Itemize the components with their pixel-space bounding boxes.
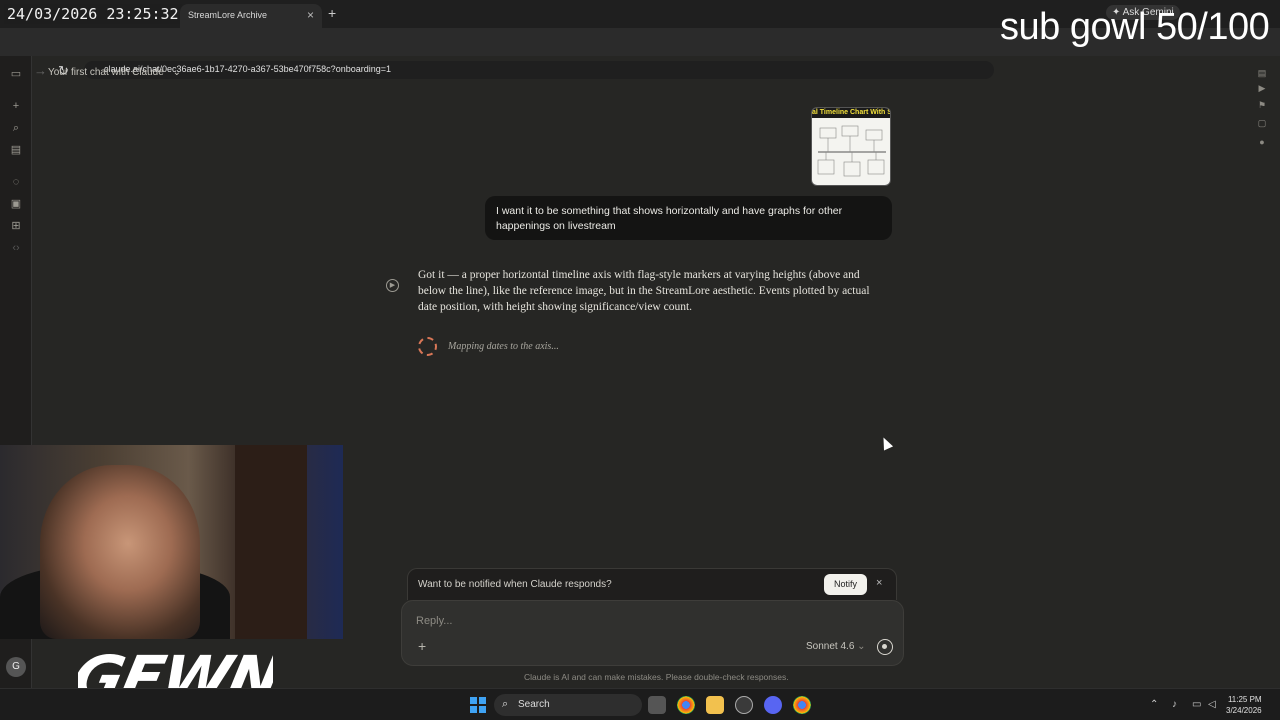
webcam-streamer-face bbox=[40, 465, 200, 639]
taskbar-search-label: Search bbox=[518, 699, 550, 710]
task-view-icon[interactable] bbox=[648, 696, 666, 714]
file-explorer-icon[interactable] bbox=[706, 696, 724, 714]
artifacts-icon[interactable]: ▣ bbox=[8, 196, 24, 212]
browser-tab-active[interactable]: StreamLore Archive × bbox=[180, 4, 322, 28]
document-icon[interactable]: ▤ bbox=[1254, 68, 1270, 82]
reply-composer: + Sonnet 4.6 ⌄ bbox=[401, 600, 904, 666]
add-attachment-button[interactable]: + bbox=[418, 638, 426, 654]
tab-title: StreamLore Archive bbox=[188, 10, 268, 20]
bookmark-icon[interactable]: ⚑ bbox=[1254, 100, 1270, 114]
microphone-icon[interactable]: ● bbox=[1254, 137, 1270, 151]
assistant-message-text: Got it — a proper horizontal timeline ax… bbox=[418, 269, 870, 313]
chrome-profile-icon[interactable] bbox=[793, 696, 811, 714]
taskbar-clock[interactable]: 11:25 PM 3/24/2026 bbox=[1226, 694, 1262, 716]
play-icon[interactable]: ▶ bbox=[1254, 83, 1270, 97]
chats-icon[interactable]: ◌ bbox=[8, 174, 24, 190]
webcam-background-door bbox=[235, 445, 307, 639]
user-avatar[interactable]: G bbox=[6, 657, 26, 677]
notify-prompt: Want to be notified when Claude responds… bbox=[418, 579, 612, 590]
user-message-text: I want it to be something that shows hor… bbox=[496, 205, 843, 232]
clock-time: 11:25 PM bbox=[1227, 695, 1262, 704]
notify-button[interactable]: Notify bbox=[824, 574, 867, 595]
taskbar-search[interactable]: ⌕ Search bbox=[494, 694, 642, 716]
microphone-icon[interactable]: ♪ bbox=[1172, 699, 1177, 710]
windows-start-icon[interactable] bbox=[470, 697, 486, 713]
notify-banner: Want to be notified when Claude responds… bbox=[407, 568, 897, 600]
network-icon[interactable]: ▭ bbox=[1192, 699, 1201, 710]
obs-icon[interactable] bbox=[735, 696, 753, 714]
mouse-cursor-icon bbox=[878, 435, 894, 451]
stream-subgoal-overlay: sub gowl 50/100 bbox=[1000, 6, 1270, 48]
close-tab-icon[interactable]: × bbox=[307, 8, 314, 22]
stop-button[interactable] bbox=[877, 639, 893, 655]
new-chat-icon[interactable]: + bbox=[8, 98, 24, 114]
close-icon[interactable]: × bbox=[876, 577, 882, 589]
model-label: Sonnet 4.6 bbox=[806, 641, 855, 652]
attachment-title: al Timeline Chart With Scat bbox=[812, 108, 890, 118]
play-audio-icon[interactable]: ▶ bbox=[386, 279, 399, 292]
user-message-bubble: I want it to be something that shows hor… bbox=[485, 196, 892, 240]
loading-spinner-icon bbox=[418, 337, 437, 356]
model-selector[interactable]: Sonnet 4.6 ⌄ bbox=[806, 641, 866, 652]
code-icon[interactable]: ‹› bbox=[8, 240, 24, 256]
chevron-down-icon: ⌄ bbox=[857, 641, 866, 652]
attachment-thumbnail[interactable]: al Timeline Chart With Scat bbox=[811, 107, 891, 186]
forward-arrow-icon[interactable]: → bbox=[34, 63, 47, 78]
sidebar-toggle-icon[interactable]: ▭ bbox=[8, 66, 24, 82]
chrome-icon[interactable] bbox=[677, 696, 695, 714]
webcam-overlay bbox=[0, 445, 343, 639]
projects-icon[interactable]: ▤ bbox=[8, 142, 24, 158]
url-field[interactable]: claude.ai/chat/0ec36ae6-1b17-4270-a367-5… bbox=[84, 61, 994, 79]
comment-icon[interactable]: ▢ bbox=[1254, 118, 1270, 132]
chevron-up-icon[interactable]: ⌃ bbox=[1150, 699, 1158, 710]
apps-grid-icon[interactable]: ⊞ bbox=[8, 218, 24, 234]
clock-date: 3/24/2026 bbox=[1226, 706, 1262, 715]
stream-datetime-overlay: 24/03/2026 23:25:32 bbox=[4, 4, 182, 24]
thinking-status: Mapping dates to the axis... bbox=[448, 341, 559, 352]
new-tab-icon[interactable]: + bbox=[328, 5, 336, 21]
disclaimer-text: Claude is AI and can make mistakes. Plea… bbox=[524, 672, 789, 682]
search-icon: ⌕ bbox=[502, 698, 509, 710]
windows-taskbar: ⌕ Search ⌃ ♪ ▭ ◁ 11:25 PM 3/24/2026 bbox=[0, 688, 1280, 720]
reply-input[interactable] bbox=[416, 613, 796, 629]
discord-icon[interactable] bbox=[764, 696, 782, 714]
volume-icon[interactable]: ◁ bbox=[1208, 699, 1216, 710]
chat-title: Your first chat with Claude bbox=[48, 67, 164, 78]
search-icon[interactable]: ⌕ bbox=[8, 120, 24, 136]
chevron-down-icon: ⌄ bbox=[172, 67, 181, 78]
chat-title-dropdown[interactable]: Your first chat with Claude ⌄ bbox=[48, 67, 181, 78]
timeline-preview-image bbox=[817, 125, 886, 177]
